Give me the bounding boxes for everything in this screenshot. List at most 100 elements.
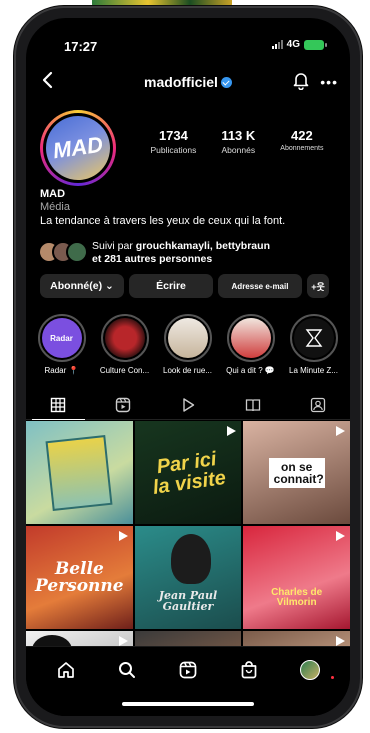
stat-label: Abonnés <box>221 145 256 155</box>
status-indicators: 4G <box>271 39 327 50</box>
nav-search[interactable] <box>114 659 140 681</box>
home-icon <box>58 662 75 678</box>
stat-value: 1734 <box>158 128 188 143</box>
followed-by[interactable]: Suivi par grouchkamayli, bettybraun et 2… <box>38 238 336 268</box>
post-caption-art: on se connait? <box>268 457 325 488</box>
profile-avatar[interactable]: MAD <box>40 110 116 186</box>
bio-text: La tendance à travers les yeux de ceux q… <box>40 215 286 227</box>
content-tabs <box>26 390 350 420</box>
status-time: 17:27 <box>64 39 98 54</box>
highlight-item[interactable]: Qui a dit ? 💬 <box>221 314 280 384</box>
reel-indicator-icon <box>118 531 128 541</box>
highlight-cover: Radar <box>41 318 82 358</box>
search-icon <box>119 662 136 678</box>
highlight-cover <box>167 318 208 358</box>
reel-indicator-icon <box>227 426 237 436</box>
post-image-art <box>170 534 211 584</box>
bottom-navigation <box>26 646 350 716</box>
minute-logo-icon <box>305 329 322 347</box>
email-button[interactable]: Adresse e-mail <box>218 274 302 298</box>
posts-grid: Par ici la visite on se connait? Belle P… <box>26 421 350 659</box>
screen: 17:27 4G madofficiel ••• MAD 1734 Public… <box>26 18 350 716</box>
bell-icon[interactable] <box>292 70 310 90</box>
stat-publications[interactable]: 1734 Publications <box>150 128 196 155</box>
post-thumbnail[interactable] <box>26 421 133 524</box>
tab-reels[interactable] <box>91 390 156 419</box>
message-button[interactable]: Écrire <box>129 274 213 298</box>
avatar <box>66 241 88 263</box>
stat-following[interactable]: 422 Abonnements <box>280 128 323 155</box>
stat-label: Abonnements <box>280 145 324 152</box>
tab-videos[interactable] <box>156 390 221 419</box>
username-text: madofficiel <box>144 74 218 90</box>
verified-badge-icon <box>220 77 232 88</box>
grid-icon <box>51 397 66 412</box>
avatar <box>299 660 320 680</box>
home-indicator <box>122 702 254 706</box>
highlight-label: Radar 📍 <box>44 366 79 375</box>
highlight-cover <box>104 318 145 358</box>
reels-icon <box>115 397 131 412</box>
highlight-item[interactable]: Look de rue... <box>158 314 217 384</box>
notification-dot <box>331 676 334 679</box>
post-caption-art: Belle Personne <box>35 558 124 596</box>
profile-actions: Abonné(e) ⌄ Écrire Adresse e-mail +웃 <box>40 274 338 298</box>
highlight-label: Culture Con... <box>99 366 150 375</box>
highlight-item[interactable]: La Minute Z... <box>284 314 343 384</box>
bio-name: MAD <box>40 188 66 200</box>
profile-summary: MAD 1734 Publications 113 K Abonnés 422 … <box>40 110 336 188</box>
network-label: 4G <box>286 39 300 50</box>
reel-indicator-icon <box>335 426 345 436</box>
tab-grid[interactable] <box>26 390 91 420</box>
highlight-item[interactable]: Radar Radar 📍 <box>32 314 91 384</box>
post-caption-art: Par ici la visite <box>151 447 228 499</box>
shopping-bag-icon <box>241 661 257 679</box>
nav-reels[interactable] <box>175 659 201 681</box>
guide-book-icon <box>245 398 260 411</box>
signal-icon <box>271 40 283 49</box>
followed-by-text: Suivi par grouchkamayli, bettybraun et 2… <box>92 240 270 265</box>
phone-frame: 17:27 4G madofficiel ••• MAD 1734 Public… <box>14 6 362 728</box>
battery-icon <box>304 39 327 50</box>
highlight-label: Look de rue... <box>163 366 212 375</box>
reel-indicator-icon <box>118 636 128 646</box>
follower-avatars <box>38 241 90 265</box>
bio-category: Média <box>40 201 70 213</box>
stat-followers[interactable]: 113 K Abonnés <box>221 128 255 155</box>
nav-profile[interactable] <box>297 659 323 681</box>
nav-shop[interactable] <box>236 659 262 681</box>
post-caption-art: Jean Paul Gaultier <box>158 588 218 613</box>
profile-header: madofficiel ••• <box>26 66 350 96</box>
highlight-item[interactable]: Culture Con... <box>95 314 154 384</box>
following-button[interactable]: Abonné(e) ⌄ <box>40 274 124 298</box>
tab-tagged[interactable] <box>285 390 350 419</box>
story-highlights: Radar Radar 📍 Culture Con... Look de rue… <box>32 314 350 384</box>
highlight-label: La Minute Z... <box>289 366 338 375</box>
reel-indicator-icon <box>335 636 345 646</box>
post-thumbnail[interactable]: Belle Personne <box>26 526 133 629</box>
highlight-label: Qui a dit ? 💬 <box>226 366 275 375</box>
stat-label: Publications <box>150 145 197 155</box>
highlight-cover <box>230 318 271 358</box>
post-thumbnail[interactable]: on se connait? <box>243 421 350 524</box>
avatar-logo: MAD <box>41 111 115 185</box>
post-image-art <box>45 434 113 511</box>
nav-home[interactable] <box>53 659 79 681</box>
post-thumbnail[interactable]: Charles de Vilmorin <box>243 526 350 629</box>
reels-icon <box>179 661 197 679</box>
post-thumbnail[interactable]: Par ici la visite <box>134 421 242 524</box>
profile-stats: 1734 Publications 113 K Abonnés 422 Abon… <box>138 128 336 155</box>
stat-value: 113 K <box>221 128 256 143</box>
stat-value: 422 <box>291 128 313 143</box>
tab-guides[interactable] <box>220 390 285 419</box>
reel-indicator-icon <box>335 531 345 541</box>
play-icon <box>183 397 195 412</box>
status-bar: 17:27 4G <box>26 18 350 58</box>
bio: MAD Média La tendance à travers les yeux… <box>40 188 336 227</box>
highlight-cover <box>293 318 334 358</box>
post-thumbnail[interactable]: Jean Paul Gaultier <box>134 526 242 629</box>
suggest-people-button[interactable]: +웃 <box>307 274 329 298</box>
post-caption-art: Charles de Vilmorin <box>271 586 323 608</box>
tagged-person-icon <box>310 397 325 412</box>
more-options-icon[interactable]: ••• <box>320 74 338 90</box>
